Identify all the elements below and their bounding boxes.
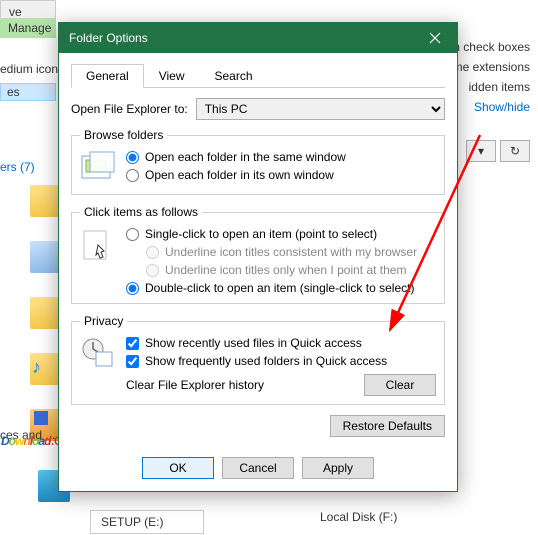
dropdown-chevron-icon[interactable]: ▾ [466,140,496,162]
check-recent-files[interactable]: Show recently used files in Quick access [126,336,436,350]
radio-double-click[interactable]: Double-click to open an item (single-cli… [126,281,417,295]
cancel-button[interactable]: Cancel [222,457,294,479]
option-hidden-items[interactable]: idden items [469,80,530,94]
close-button[interactable] [415,24,455,52]
privacy-legend: Privacy [80,314,127,328]
tab-strip: General View Search [71,63,445,88]
privacy-icon [80,336,116,372]
layout-medium-icons: edium icons [0,62,64,76]
clear-history-label: Clear File Explorer history [126,378,264,392]
group-show-hide: Show/hide [474,100,530,114]
layout-tiles[interactable]: es [0,83,56,101]
click-items-group: Click items as follows Single-click to o… [71,205,445,304]
browse-folders-legend: Browse folders [80,128,167,142]
radio-own-window[interactable]: Open each folder in its own window [126,168,346,182]
close-icon [429,32,441,44]
privacy-group: Privacy Show recently used files in Quic… [71,314,445,405]
radio-underline-browser: Underline icon titles consistent with my… [146,245,417,259]
address-dropdown-controls: ▾ ↻ [466,140,530,162]
ribbon-tab-manage[interactable]: Manage [0,18,56,38]
apply-button[interactable]: Apply [302,457,374,479]
open-explorer-label: Open File Explorer to: [71,102,188,116]
dialog-footer: OK Cancel Apply [59,447,457,491]
drive-setup-e[interactable]: SETUP (E:) [90,510,204,534]
tab-general[interactable]: General [71,64,144,88]
refresh-icon[interactable]: ↻ [500,140,530,162]
tab-view[interactable]: View [144,64,200,88]
browse-folders-icon [80,150,116,186]
browse-folders-group: Browse folders Open each folder in the s… [71,128,445,195]
click-items-legend: Click items as follows [80,205,202,219]
drive-local-disk-f[interactable]: Local Disk (F:) [320,510,397,524]
tab-search[interactable]: Search [200,64,268,88]
check-frequent-folders[interactable]: Show frequently used folders in Quick ac… [126,354,436,368]
folder-options-dialog: Folder Options General View Search Open … [58,22,458,492]
dialog-title: Folder Options [69,31,148,45]
dialog-titlebar[interactable]: Folder Options [59,23,457,53]
radio-underline-point: Underline icon titles only when I point … [146,263,417,277]
radio-same-window[interactable]: Open each folder in the same window [126,150,346,164]
folders-group-header[interactable]: ers (7) [0,160,35,174]
radio-single-click[interactable]: Single-click to open an item (point to s… [126,227,417,241]
click-items-icon [80,227,116,263]
restore-defaults-button[interactable]: Restore Defaults [330,415,445,437]
clear-button[interactable]: Clear [364,374,436,396]
ok-button[interactable]: OK [142,457,214,479]
open-explorer-select[interactable]: This PC [196,98,445,120]
